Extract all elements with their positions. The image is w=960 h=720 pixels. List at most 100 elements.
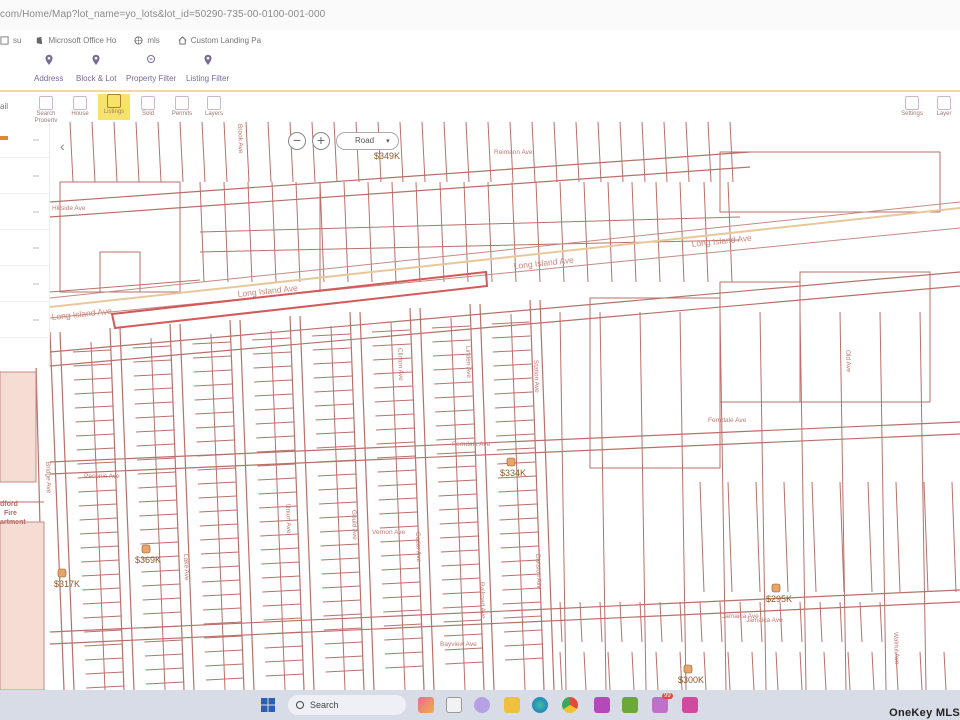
tab-block-lot[interactable]: Block & Lot bbox=[76, 54, 116, 83]
zoom-out-button[interactable]: − bbox=[288, 132, 306, 150]
task-view-icon[interactable] bbox=[446, 697, 462, 713]
listing-marker[interactable]: $349K bbox=[374, 151, 400, 161]
layer-row[interactable] bbox=[0, 122, 49, 158]
street-label: Reimann Ave bbox=[494, 149, 533, 156]
listing-marker[interactable]: $300K bbox=[678, 664, 704, 685]
map-type-select[interactable]: Road ▾ bbox=[336, 132, 399, 150]
parcel-line bbox=[919, 651, 923, 690]
bookmark-su[interactable]: su bbox=[0, 36, 21, 45]
street-label: Hillside Ave bbox=[52, 205, 86, 212]
permits-button[interactable]: Permits bbox=[166, 96, 198, 118]
map-type-value: Road bbox=[355, 136, 375, 145]
listing-marker[interactable]: $317K bbox=[54, 568, 80, 589]
parcel-line bbox=[867, 481, 873, 593]
tab-property-filter[interactable]: Property Filter bbox=[126, 54, 176, 83]
parcel-line bbox=[439, 181, 445, 283]
listings-icon bbox=[107, 94, 121, 108]
parcel-line bbox=[895, 481, 901, 593]
parcel-line bbox=[739, 601, 743, 643]
listing-pin-icon[interactable] bbox=[771, 583, 781, 593]
listing-marker[interactable]: $369K bbox=[135, 544, 161, 565]
parcel-line bbox=[49, 589, 960, 633]
parcel-line bbox=[639, 601, 643, 643]
listing-pin-icon[interactable] bbox=[141, 544, 151, 554]
layer-row[interactable] bbox=[0, 266, 49, 302]
listing-pin-icon[interactable] bbox=[57, 568, 67, 578]
map-pin-icon bbox=[92, 54, 100, 65]
parcel-line bbox=[113, 122, 118, 183]
street-label: Clinton Ave bbox=[396, 348, 404, 381]
windows-start-icon[interactable] bbox=[260, 697, 276, 713]
layer-toggle-icon[interactable] bbox=[33, 283, 39, 285]
app-icon[interactable] bbox=[594, 697, 610, 713]
app-icon[interactable] bbox=[652, 697, 668, 713]
layer-row[interactable] bbox=[0, 194, 49, 230]
street-label: Ferndale Ave bbox=[708, 417, 747, 424]
file-explorer-icon[interactable] bbox=[504, 697, 520, 713]
street-label: Railroad Ave bbox=[478, 582, 486, 619]
zoom-in-button[interactable]: + bbox=[312, 132, 330, 150]
parcel-line bbox=[559, 311, 567, 690]
tab-address[interactable]: Address bbox=[34, 54, 63, 83]
layer-row[interactable] bbox=[0, 158, 49, 194]
permits-icon bbox=[175, 96, 189, 110]
street-label: Brook Ave bbox=[236, 124, 244, 154]
layer-row[interactable] bbox=[0, 230, 49, 266]
collapse-panel-button[interactable]: ‹ bbox=[60, 138, 65, 154]
layer-list-panel bbox=[0, 122, 50, 368]
parcel-line bbox=[599, 601, 603, 643]
bookmark-mls[interactable]: mls bbox=[134, 36, 160, 45]
parcel-line bbox=[759, 311, 767, 690]
url-text[interactable]: com/Home/Map?lot_name=yo_lots&lot_id=502… bbox=[0, 9, 325, 20]
layers-button[interactable]: Layers bbox=[198, 96, 230, 118]
listing-price: $317K bbox=[54, 579, 80, 589]
listing-marker[interactable]: $334K bbox=[500, 457, 526, 478]
parcel-line bbox=[267, 122, 272, 183]
settings-button[interactable]: Settings bbox=[896, 96, 928, 118]
bookmark-custom-landing[interactable]: Custom Landing Pa bbox=[178, 36, 261, 45]
parcel-line bbox=[679, 311, 687, 690]
search-property-icon bbox=[39, 96, 53, 110]
widgets-icon[interactable] bbox=[418, 697, 434, 713]
sold-icon bbox=[141, 96, 155, 110]
parcel-map-canvas[interactable]: Long Island Ave Long Island Ave Long Isl… bbox=[0, 122, 960, 690]
bookmark-icon bbox=[0, 35, 9, 45]
parcel-line bbox=[719, 601, 723, 643]
search-property-button[interactable]: Search Property bbox=[30, 96, 62, 125]
settings-icon bbox=[905, 96, 919, 110]
layer-toggle-icon[interactable] bbox=[33, 247, 39, 249]
parcel-line bbox=[583, 181, 589, 283]
parcel-line bbox=[333, 122, 338, 183]
listing-pin-icon[interactable] bbox=[683, 664, 693, 674]
parcel-line bbox=[492, 335, 531, 339]
listing-pin-icon[interactable] bbox=[506, 457, 516, 467]
layer-button[interactable]: Layer bbox=[928, 96, 960, 118]
parcel-map[interactable]: Long Island Ave Long Island Ave Long Isl… bbox=[0, 122, 960, 690]
parcel-line bbox=[201, 122, 206, 183]
parcel-line bbox=[597, 122, 602, 183]
sold-button[interactable]: Sold bbox=[132, 96, 164, 118]
chat-icon[interactable] bbox=[474, 697, 490, 713]
chrome-browser-icon[interactable] bbox=[562, 697, 578, 713]
parcel-line bbox=[465, 122, 470, 183]
layer-toggle-icon[interactable] bbox=[33, 175, 39, 177]
tab-listing-filter[interactable]: Listing Filter bbox=[186, 54, 229, 83]
layer-toggle-icon[interactable] bbox=[33, 211, 39, 213]
parcel-line bbox=[685, 122, 690, 183]
address-bar[interactable]: com/Home/Map?lot_name=yo_lots&lot_id=502… bbox=[0, 0, 960, 30]
parcel-line bbox=[607, 181, 613, 283]
taskbar-search[interactable]: Search bbox=[288, 695, 406, 715]
parcel-line bbox=[699, 481, 705, 593]
house-button[interactable]: House bbox=[64, 96, 96, 118]
app-icon[interactable] bbox=[622, 697, 638, 713]
layer-toggle-icon[interactable] bbox=[33, 319, 39, 321]
bookmark-office[interactable]: Microsoft Office Ho bbox=[35, 36, 116, 45]
layer-toggle-icon[interactable] bbox=[33, 139, 39, 141]
map-toolbar: ail Search Property House Listings Sold … bbox=[0, 90, 960, 125]
listings-button[interactable]: Listings bbox=[98, 94, 130, 120]
parcel-line bbox=[871, 651, 875, 690]
edge-browser-icon[interactable] bbox=[532, 697, 548, 713]
app-icon[interactable] bbox=[682, 697, 698, 713]
layer-row[interactable] bbox=[0, 302, 49, 338]
left-commercial-block bbox=[0, 371, 37, 483]
